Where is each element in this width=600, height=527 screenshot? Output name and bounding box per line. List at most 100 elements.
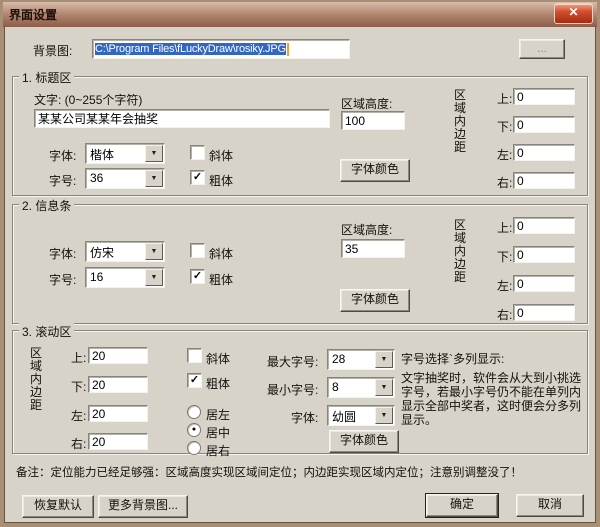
info-padding-label: 区域内边距 [453,219,467,284]
info-size-label: 字号: [49,271,76,288]
info-pad-bottom-input[interactable] [513,246,575,263]
ok-button[interactable]: 确定 [426,494,498,517]
scroll-italic-label: 斜体 [206,350,230,367]
info-font-color-label: 字体颜色 [351,292,399,306]
window-title: 界面设置 [9,6,57,23]
group-scroll-area: 3. 滚动区 区域内边距 上: 下: 左: 右: 斜体 ✓ 粗体 居左 ● 居中… [12,330,588,454]
chevron-down-icon[interactable]: ▼ [375,351,393,368]
title-pad-left-label: 左: [497,146,512,163]
info-region-height-label: 区域高度: [341,221,392,238]
title-italic-checkbox[interactable] [190,145,205,160]
group-info-bar-legend: 2. 信息条 [19,197,74,214]
title-pad-top-input[interactable] [513,88,575,105]
info-pad-right-input[interactable] [513,304,575,321]
chevron-down-icon[interactable]: ▼ [375,379,393,396]
cancel-button-label: 取消 [538,497,562,511]
title-bold-label: 粗体 [209,172,233,189]
info-bold-checkbox[interactable]: ✓ [190,269,205,284]
info-size-select[interactable]: 16 ▼ [85,267,165,288]
scroll-pad-left-label: 左: [71,407,86,424]
title-pad-right-label: 右: [497,174,512,191]
title-pad-left-input[interactable] [513,144,575,161]
title-text-input[interactable] [34,109,330,128]
more-backgrounds-button[interactable]: 更多背景图... [98,495,188,518]
chevron-down-icon[interactable]: ▼ [145,170,163,187]
title-font-color-button[interactable]: 字体颜色 [340,159,410,182]
max-size-value: 28 [332,352,376,366]
info-font-label: 字体: [49,245,76,262]
align-right-radio[interactable] [187,441,201,455]
title-pad-right-input[interactable] [513,172,575,189]
text-caret [287,43,289,56]
group-title-area-legend: 1. 标题区 [19,69,74,86]
info-italic-checkbox[interactable] [190,243,205,258]
info-font-color-button[interactable]: 字体颜色 [340,289,410,312]
title-pad-bottom-label: 下: [497,118,512,135]
chevron-down-icon[interactable]: ▼ [145,243,163,260]
chevron-down-icon[interactable]: ▼ [145,269,163,286]
scroll-pad-left-input[interactable] [88,405,148,422]
info-size-value: 16 [90,270,146,284]
info-pad-right-label: 右: [497,306,512,323]
background-image-input[interactable]: C:\Program Files\fLuckyDraw\rosiky.JPG [92,39,350,59]
align-center-radio[interactable]: ● [187,423,201,437]
more-backgrounds-label: 更多背景图... [108,498,178,512]
cancel-button[interactable]: 取消 [516,494,584,517]
title-pad-bottom-input[interactable] [513,116,575,133]
chevron-down-icon[interactable]: ▼ [375,407,393,424]
title-size-select[interactable]: 36 ▼ [85,168,165,189]
info-pad-left-label: 左: [497,277,512,294]
scroll-pad-bottom-input[interactable] [88,376,148,393]
restore-defaults-button[interactable]: 恢复默认 [22,495,94,518]
title-size-label: 字号: [49,172,76,189]
title-region-height-input[interactable] [341,111,405,130]
title-text-label: 文字: (0~255个字符) [34,91,142,108]
info-font-value: 仿宋 [90,244,146,261]
align-right-label: 居右 [206,442,230,459]
scroll-font-select[interactable]: 幼圆 ▼ [327,405,395,426]
titlebar[interactable]: 界面设置 [3,2,597,27]
close-button[interactable]: ✕ [554,3,593,24]
min-size-select[interactable]: 8 ▼ [327,377,395,398]
note-text: 备注：定位能力已经足够强：区域高度实现区域间定位；内边距实现区域内定位；注意别调… [16,464,522,480]
align-left-radio[interactable] [187,405,201,419]
info-bold-label: 粗体 [209,271,233,288]
title-font-label: 字体: [49,147,76,164]
title-font-value: 楷体 [90,146,146,163]
info-region-height-input[interactable] [341,239,405,258]
ok-button-label: 确定 [450,497,474,511]
info-pad-top-input[interactable] [513,217,575,234]
background-image-label: 背景图: [33,42,72,59]
title-font-select[interactable]: 楷体 ▼ [85,143,165,164]
group-title-area: 1. 标题区 文字: (0~255个字符) 区域高度: 字体: 楷体 ▼ 字号:… [12,76,588,196]
selected-path-text: C:\Program Files\fLuckyDraw\rosiky.JPG [95,43,286,55]
scroll-bold-checkbox[interactable]: ✓ [187,373,202,388]
scroll-pad-top-input[interactable] [88,347,148,364]
title-bold-checkbox[interactable]: ✓ [190,170,205,185]
scroll-font-color-button[interactable]: 字体颜色 [329,430,399,453]
min-size-value: 8 [332,380,376,394]
scroll-pad-right-input[interactable] [88,433,148,450]
browse-button[interactable]: ... [519,39,565,59]
scroll-padding-label: 区域内边距 [29,347,43,412]
title-padding-label: 区域内边距 [453,89,467,154]
align-center-label: 居中 [206,424,230,441]
max-size-label: 最大字号: [267,353,318,370]
scroll-pad-right-label: 右: [71,435,86,452]
settings-dialog: 界面设置 ✕ 背景图: C:\Program Files\fLuckyDraw\… [0,0,600,527]
title-font-color-label: 字体颜色 [351,162,399,176]
group-scroll-area-legend: 3. 滚动区 [19,323,74,340]
scroll-italic-checkbox[interactable] [187,348,202,363]
info-pad-top-label: 上: [497,219,512,236]
info-pad-left-input[interactable] [513,275,575,292]
group-info-bar: 2. 信息条 区域高度: 字体: 仿宋 ▼ 字号: 16 ▼ 斜体 ✓ 粗体 字… [12,204,588,324]
title-italic-label: 斜体 [209,147,233,164]
chevron-down-icon[interactable]: ▼ [145,145,163,162]
scroll-font-color-label: 字体颜色 [340,433,388,447]
scroll-font-label: 字体: [291,409,318,426]
restore-defaults-label: 恢复默认 [34,498,82,512]
max-size-select[interactable]: 28 ▼ [327,349,395,370]
scroll-pad-bottom-label: 下: [71,378,86,395]
info-font-select[interactable]: 仿宋 ▼ [85,241,165,262]
scroll-pad-top-label: 上: [71,349,86,366]
